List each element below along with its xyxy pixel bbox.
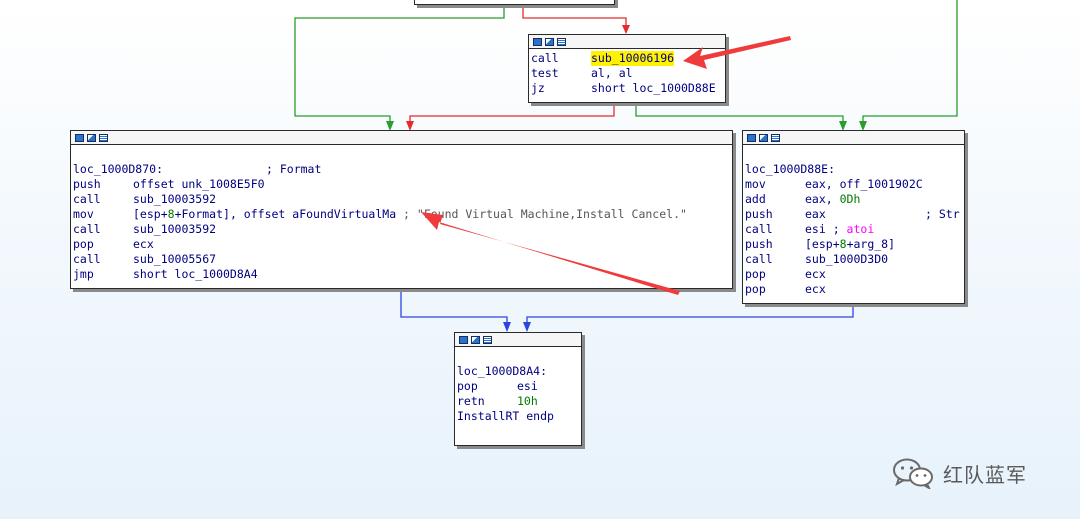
annotation-arrow-to-call: [683, 36, 791, 69]
annotation-overlay: [421, 36, 791, 295]
wechat-icon: [893, 458, 933, 489]
watermark-text: 红队蓝军: [943, 462, 1027, 487]
annotation-arrow-to-string: [421, 212, 680, 295]
watermark: 红队蓝军: [891, 456, 1027, 490]
